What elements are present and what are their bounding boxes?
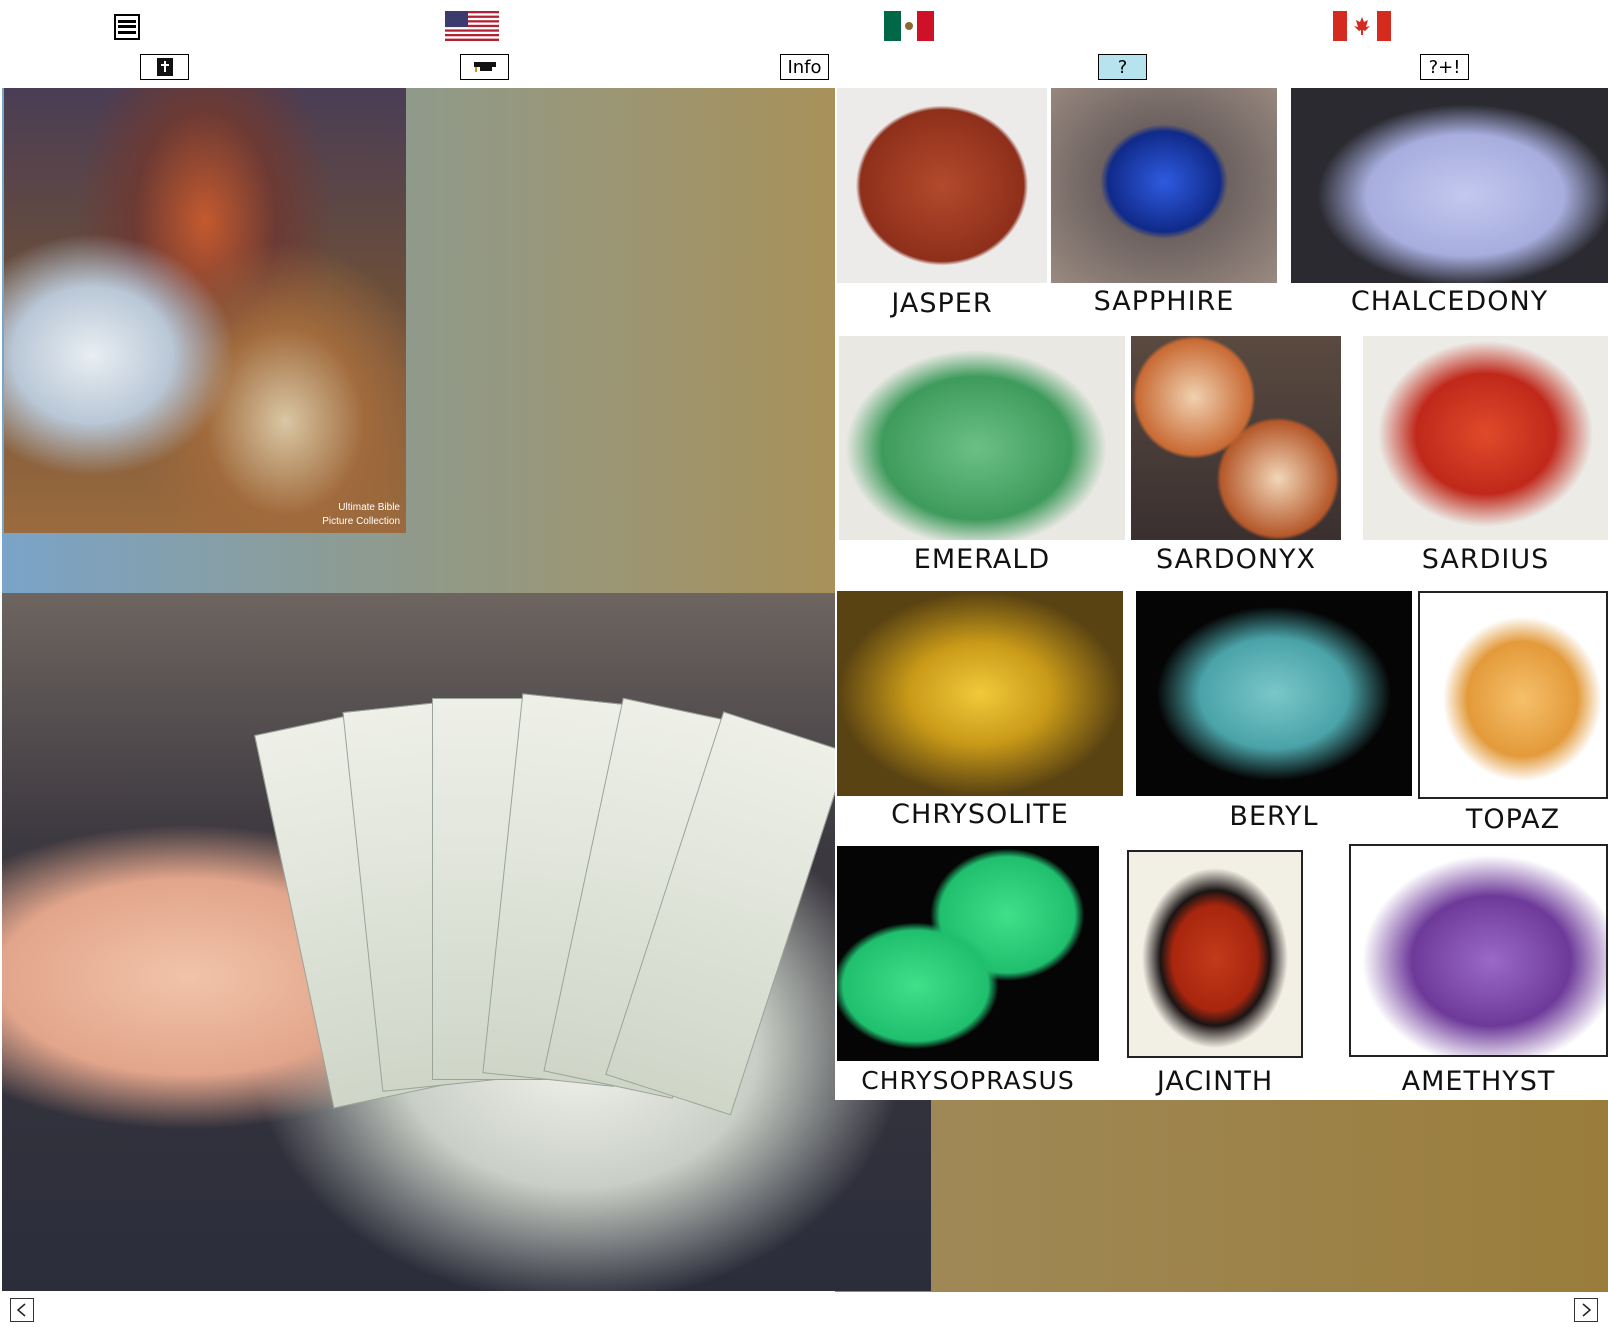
gem-photo [1363,336,1608,540]
hamburger-menu-icon[interactable] [112,12,142,42]
gem-label: SARDONYX [1155,544,1317,575]
gem-label: JASPER [891,288,993,319]
gem-label: JACINTH [1156,1066,1274,1097]
gem-jacinth: JACINTH [1127,850,1303,1097]
gem-label: CHALCEDONY [1350,286,1549,317]
refusing-bribe-image [2,593,931,1291]
gem-label: AMETHYST [1401,1066,1556,1097]
image-credit-line2: Picture Collection [322,516,400,527]
us-flag-icon[interactable] [445,11,499,41]
right-background [835,1100,1608,1292]
gem-jasper: JASPER [837,88,1047,333]
gem-label: SARDIUS [1421,544,1550,575]
gem-sapphire: SAPPHIRE [1051,88,1277,333]
mexico-flag-icon[interactable] [884,11,934,41]
bible-button[interactable] [140,54,189,80]
chevron-left-icon [16,1303,26,1317]
question-button[interactable]: ? [1098,54,1147,80]
gem-photo [1131,336,1341,540]
next-page-button[interactable] [1574,1298,1598,1322]
gem-photo [1291,88,1608,283]
gem-photo [837,591,1123,796]
gem-label: EMERALD [913,544,1051,575]
gem-emerald: EMERALD [839,336,1125,586]
gem-photo [1136,591,1412,796]
gem-sardius: SARDIUS [1363,336,1608,586]
jesus-teaching-image: Ultimate Bible Picture Collection [4,88,406,533]
gem-chalcedony: CHALCEDONY [1291,88,1608,333]
question-plus-button[interactable]: ?+! [1420,54,1469,80]
gem-chrysolite: CHRYSOLITE [837,591,1123,841]
gem-label: CHRYSOLITE [891,799,1069,830]
chevron-right-icon [1582,1303,1592,1317]
image-credit: Ultimate Bible Picture Collection [322,501,400,529]
gem-label: CHRYSOPRASUS [861,1066,1075,1095]
gem-photo [837,846,1099,1061]
info-button[interactable]: Info [780,54,829,80]
previous-page-button[interactable] [10,1298,34,1322]
gem-photo [837,88,1047,283]
gem-label: BERYL [1229,801,1319,832]
gem-photo [1349,844,1608,1057]
graduation-button[interactable] [460,54,509,80]
gem-photo [1051,88,1277,283]
gem-amethyst: AMETHYST [1349,844,1608,1097]
gem-sardonyx: SARDONYX [1131,336,1341,586]
canada-flag-icon[interactable] [1333,11,1391,41]
twelve-stones-chart: JASPER SAPPHIRE CHALCEDONY EMERALD SARDO… [835,88,1608,1100]
gem-label: SAPPHIRE [1093,286,1235,317]
gem-photo [839,336,1125,540]
gem-label: TOPAZ [1465,804,1561,835]
gem-photo [1127,850,1303,1058]
graduation-cap-icon [473,62,496,72]
gem-beryl: BERYL [1136,591,1412,841]
bible-icon [156,58,173,76]
image-credit-line1: Ultimate Bible [338,502,400,513]
gem-topaz: TOPAZ [1418,591,1608,841]
gem-photo [1418,591,1608,799]
gem-chrysoprasus: CHRYSOPRASUS [837,846,1099,1096]
